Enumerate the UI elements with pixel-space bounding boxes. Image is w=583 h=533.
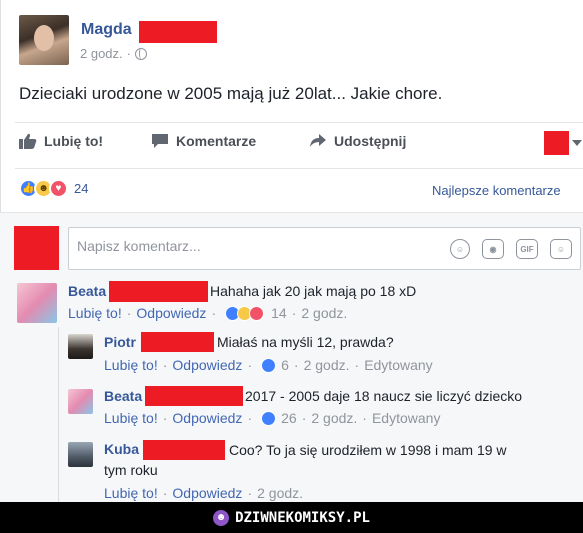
commenter-name[interactable]: Beata — [68, 283, 106, 299]
comment-reaction-count[interactable]: 6 — [281, 357, 289, 373]
redacted-surname — [141, 332, 214, 352]
comment-like-link[interactable]: Lubię to! — [104, 485, 158, 501]
commenter-avatar[interactable] — [68, 389, 93, 414]
comment-text-continued: tym roku — [104, 462, 158, 478]
post-meta: 2 godz. · — [80, 46, 147, 61]
input-tools: ☺ ◉ GIF ☺ — [450, 239, 572, 259]
gif-icon[interactable]: GIF — [516, 239, 538, 259]
comment-edited[interactable]: Edytowany — [372, 410, 440, 426]
emoji-icon[interactable]: ☺ — [450, 239, 470, 259]
redacted-surname — [109, 281, 208, 302]
reply-thread-line — [58, 327, 59, 502]
commenter-avatar[interactable] — [68, 442, 93, 467]
comment-text: 2017 - 2005 daje 18 naucz sie liczyć dzi… — [245, 388, 523, 404]
comment-time[interactable]: 2 godz. — [301, 305, 347, 321]
redacted-surname — [143, 440, 225, 460]
comment-meta: Lubię to! · Odpowiedz · 6 · 2 godz. · Ed… — [104, 357, 433, 373]
site-logo-icon: ☻ — [213, 509, 230, 526]
like-label: Lubię to! — [44, 133, 104, 149]
comment-icon — [152, 134, 168, 148]
like-button[interactable]: Lubię to! — [19, 133, 103, 149]
comment-label: Komentarze — [176, 133, 257, 149]
best-comments-filter[interactable]: Najlepsze komentarze — [432, 183, 561, 198]
comment-reply-link[interactable]: Odpowiedz — [136, 305, 206, 321]
globe-icon[interactable] — [135, 47, 147, 60]
comment-reactions[interactable] — [261, 410, 277, 426]
comment-meta: Lubię to! · Odpowiedz · 14 · 2 godz. — [68, 305, 348, 321]
comment-time[interactable]: 2 godz. — [257, 485, 303, 501]
commenter-name[interactable]: Kuba — [104, 441, 139, 457]
redacted-audience-selector[interactable] — [544, 131, 569, 155]
comment-input[interactable] — [77, 238, 377, 254]
share-label: Udostępnij — [334, 133, 407, 149]
comment-reply-link[interactable]: Odpowiedz — [172, 410, 242, 426]
comment-time[interactable]: 2 godz. — [311, 410, 357, 426]
commenter-avatar[interactable] — [68, 334, 93, 359]
commenter-name[interactable]: Beata — [104, 388, 142, 404]
reaction-count[interactable]: 24 — [74, 181, 88, 196]
comment-like-link[interactable]: Lubię to! — [68, 305, 122, 321]
redacted-viewer-avatar — [14, 226, 59, 270]
thumbs-up-icon — [19, 133, 37, 149]
meta-separator: · — [126, 46, 131, 61]
comment-button[interactable]: Komentarze — [151, 133, 256, 149]
camera-icon[interactable]: ◉ — [482, 239, 504, 259]
redacted-surname — [139, 21, 217, 43]
comment-like-link[interactable]: Lubię to! — [104, 410, 158, 426]
comment-like-link[interactable]: Lubię to! — [104, 357, 158, 373]
commenter-avatar[interactable] — [17, 283, 57, 323]
site-name: DZIWNEKOMIKSY.PL — [235, 509, 370, 526]
comment-reaction-count[interactable]: 14 — [271, 305, 287, 321]
like-reaction-icon — [261, 357, 277, 373]
divider — [15, 168, 583, 169]
share-button[interactable]: Udostępnij — [309, 133, 406, 149]
comment-reply-link[interactable]: Odpowiedz — [172, 357, 242, 373]
love-reaction-icon: ♥ — [49, 179, 68, 198]
chevron-down-icon[interactable] — [572, 140, 582, 146]
comment-reaction-count[interactable]: 26 — [281, 410, 297, 426]
post-text: Dzieciaki urodzone w 2005 mają już 20lat… — [19, 84, 443, 103]
comment-reactions[interactable] — [225, 305, 265, 321]
watermark-footer: ☻ DZIWNEKOMIKSY.PL — [0, 502, 583, 533]
author-avatar[interactable] — [19, 15, 69, 65]
redacted-surname — [145, 386, 243, 406]
post-time[interactable]: 2 godz. — [80, 46, 123, 61]
comment-text: Miałaś na myśli 12, prawda? — [217, 334, 394, 350]
comment-meta: Lubię to! · Odpowiedz · 2 godz. — [104, 485, 304, 501]
comment-edited[interactable]: Edytowany — [364, 357, 432, 373]
comment-input-box[interactable]: ☺ ◉ GIF ☺ — [68, 227, 581, 270]
author-name[interactable]: Magda — [81, 21, 132, 39]
comment-reply-link[interactable]: Odpowiedz — [172, 485, 242, 501]
commenter-name[interactable]: Piotr — [104, 334, 136, 350]
comment-text: Coo? To ja się urodziłem w 1998 i mam 19… — [229, 442, 507, 458]
sticker-icon[interactable]: ☺ — [550, 239, 572, 259]
share-icon — [310, 134, 326, 147]
love-reaction-icon — [249, 305, 265, 321]
reactions-summary[interactable]: 👍 ☻ ♥ 24 — [19, 179, 88, 198]
comment-text: Hahaha jak 20 jak mają po 18 xD — [210, 283, 417, 299]
comment-time[interactable]: 2 godz. — [304, 357, 350, 373]
divider — [15, 122, 583, 123]
comment-reactions[interactable] — [261, 357, 277, 373]
like-reaction-icon — [261, 410, 277, 426]
comment-meta: Lubię to! · Odpowiedz · 26 · 2 godz. · E… — [104, 410, 441, 426]
